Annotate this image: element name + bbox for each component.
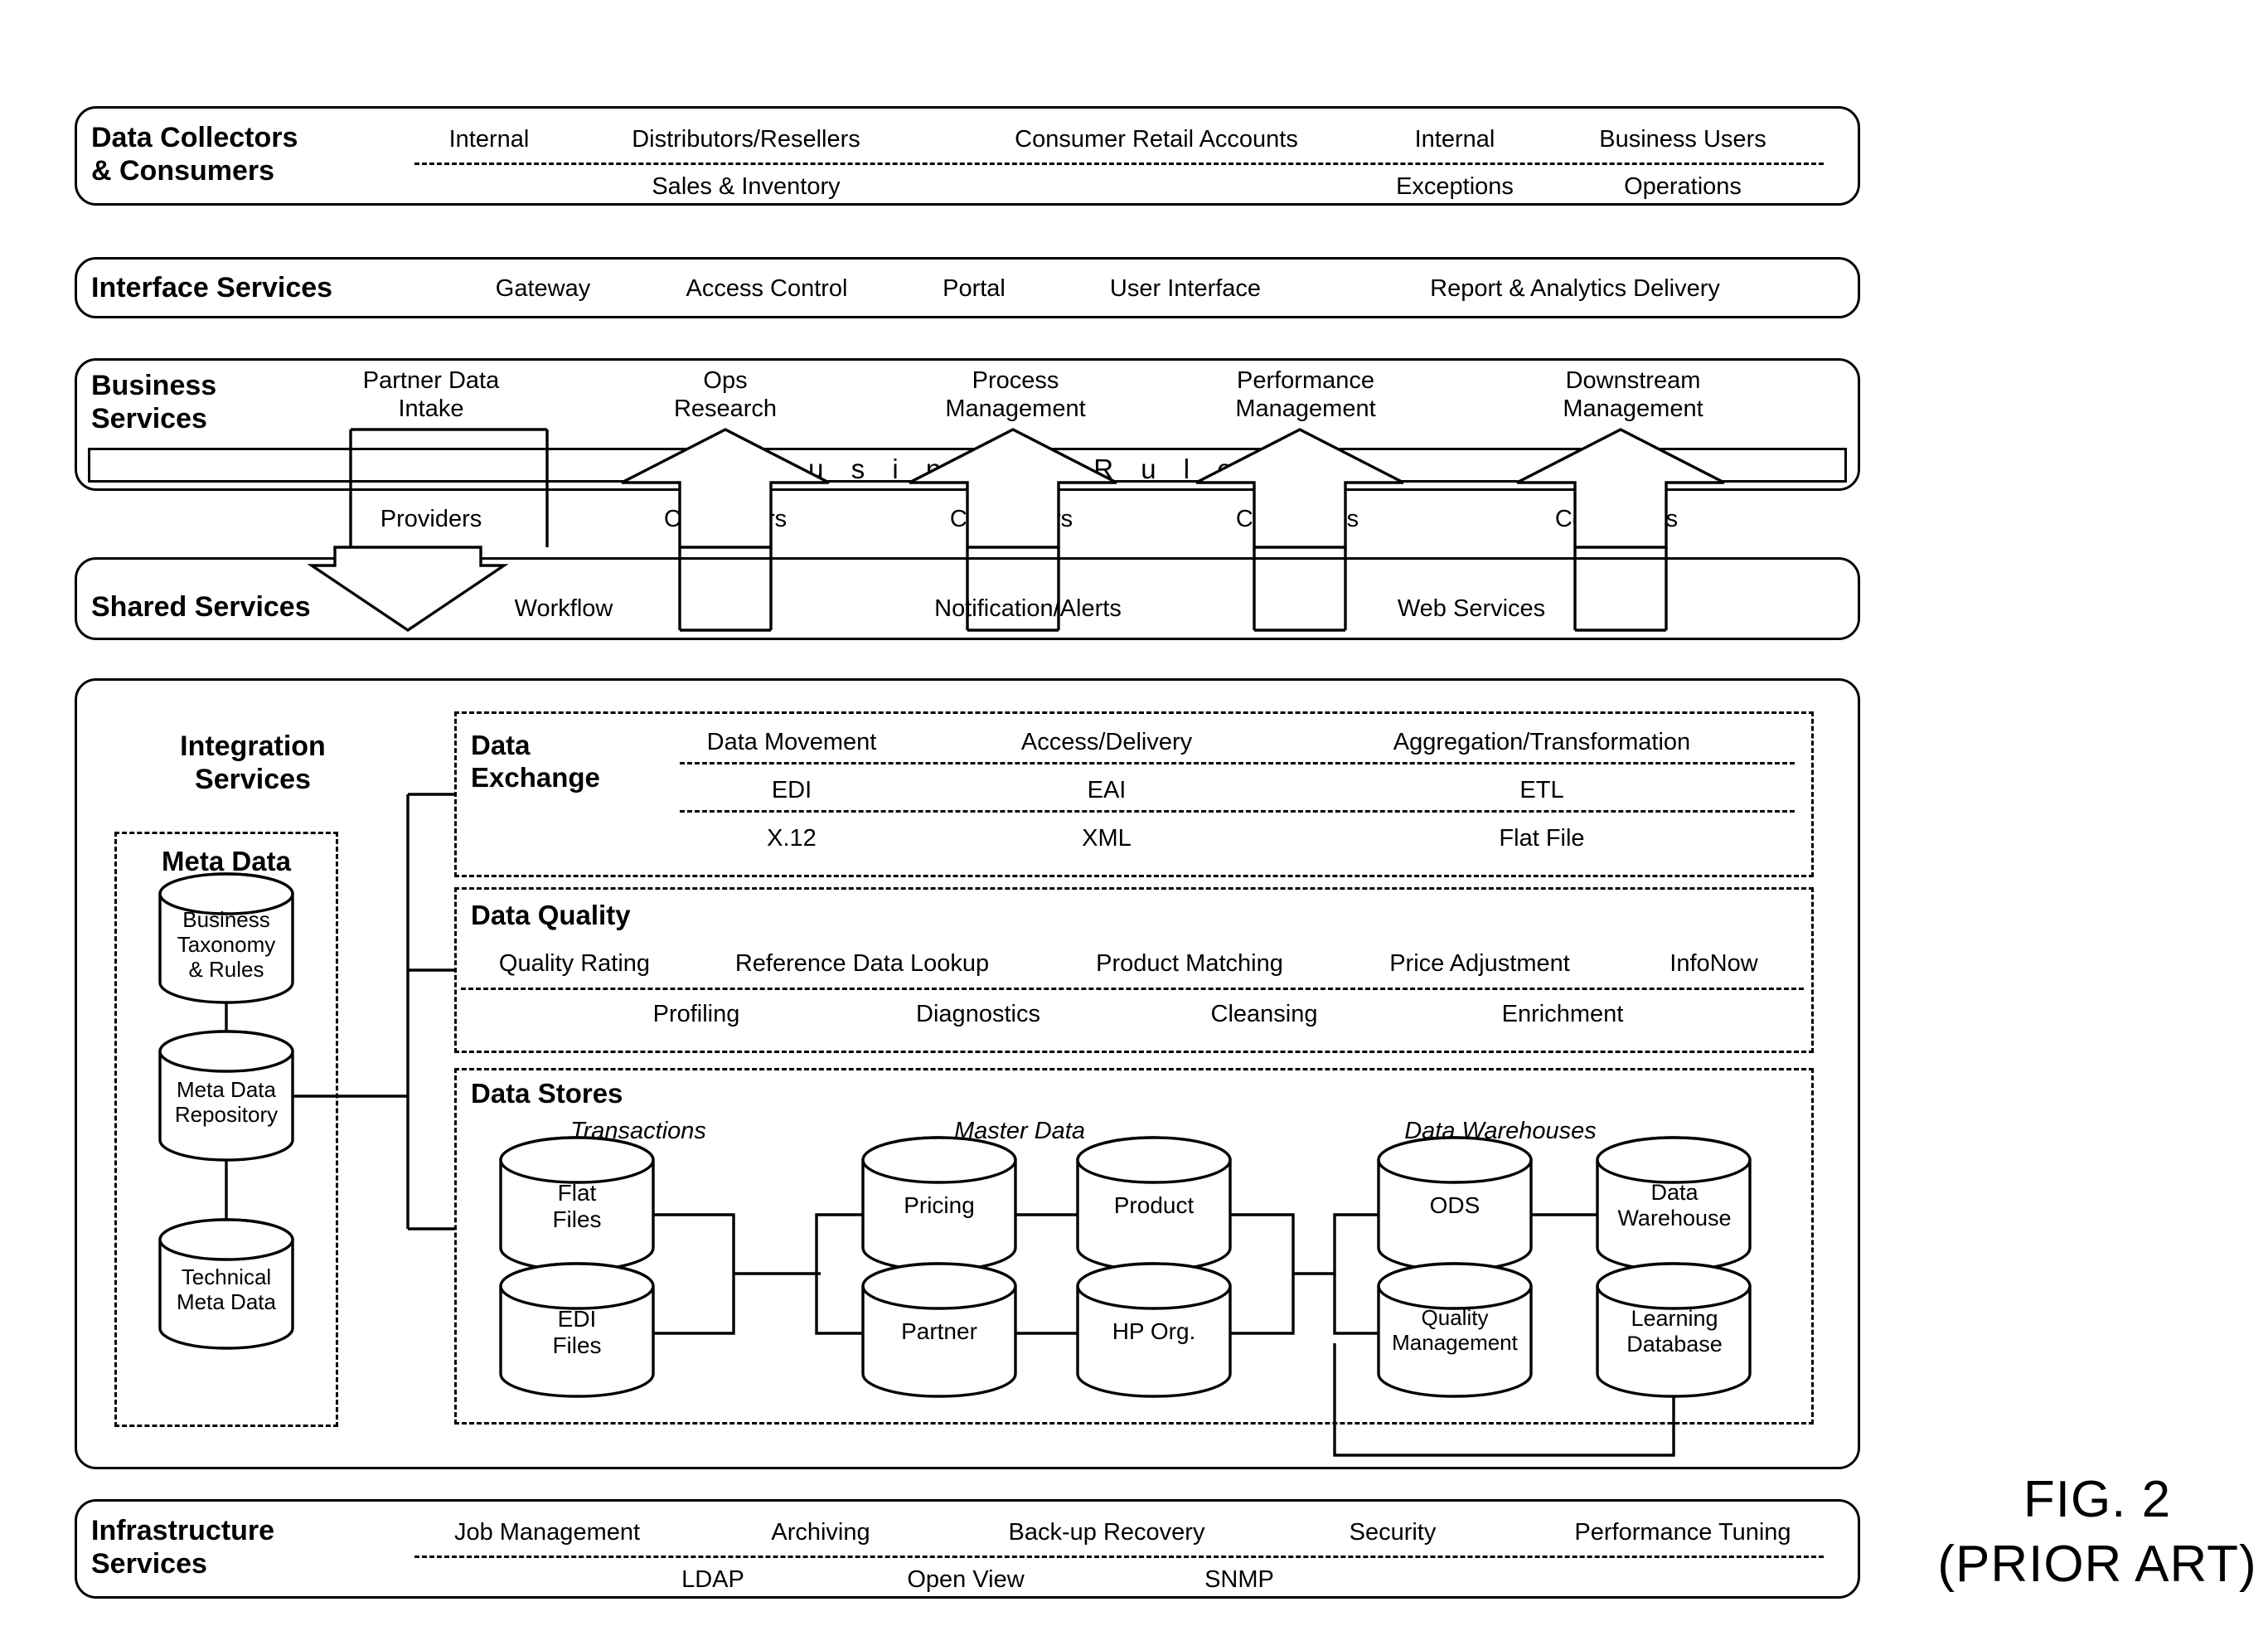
ds-group-data-warehouses: Data Warehouses: [1404, 1118, 1597, 1144]
cylinder-label-meta-data-repository: Meta Data Repository: [174, 1077, 279, 1127]
bs-pillar-downstream-management: Downstream Management: [1563, 367, 1703, 423]
inf-job-management: Job Management: [453, 1519, 641, 1546]
dq-profiling: Profiling: [652, 1001, 740, 1027]
is-item-access-control: Access Control: [686, 275, 848, 302]
dq-quality-rating: Quality Rating: [498, 950, 651, 977]
dx-flat-file: Flat File: [1499, 825, 1585, 852]
dq-product-matching: Product Matching: [1096, 950, 1283, 977]
is-item-portal: Portal: [943, 275, 1006, 302]
bs-connector-consumers-2: Consumers: [949, 506, 1073, 532]
dc-item-business-users: Business Users: [1599, 126, 1766, 153]
dq-reference-data-lookup: Reference Data Lookup: [734, 950, 990, 977]
is-item-report-analytics: Report & Analytics Delivery: [1430, 275, 1720, 302]
bs-pillar-process-management: Process Management: [945, 367, 1086, 423]
integration-services-title: Integration Services: [180, 730, 326, 796]
dx-etl: ETL: [1519, 777, 1564, 803]
bs-pillar-performance-management: Performance Management: [1235, 367, 1376, 423]
bs-pillar-partner-data-intake: Partner Data Intake: [362, 367, 500, 423]
bs-connector-consumers-4: Consumers: [1554, 506, 1679, 532]
business-rules-label: B u s i n e s s R u l e s: [763, 454, 1284, 484]
ss-item-notification-alerts: Notification/Alerts: [934, 595, 1122, 622]
cylinder-label-ods: ODS: [1429, 1192, 1480, 1218]
cylinder-label-hp-org: HP Org.: [1112, 1318, 1196, 1344]
dx-x12: X.12: [767, 825, 817, 852]
cylinder-label-quality-management: Quality Management: [1392, 1305, 1518, 1355]
inf-ldap: LDAP: [681, 1566, 744, 1593]
ss-item-web-services: Web Services: [1397, 595, 1546, 622]
dx-edi: EDI: [771, 777, 812, 803]
cylinder-label-learning-database: Learning Database: [1626, 1306, 1723, 1357]
inf-snmp: SNMP: [1204, 1566, 1274, 1593]
dq-price-adjustment: Price Adjustment: [1389, 950, 1570, 977]
cylinder-label-edi-files: EDI Files: [552, 1306, 602, 1359]
ds-group-transactions: Transactions: [570, 1118, 706, 1144]
ss-item-workflow: Workflow: [514, 595, 613, 622]
infrastructure-services-title: Infrastructure Services: [91, 1515, 275, 1580]
dc-item-exceptions: Exceptions: [1396, 173, 1514, 200]
inf-divider: [414, 1556, 1824, 1558]
bs-connector-consumers-3: Consumers: [1235, 506, 1359, 532]
cylinder-label-technical-meta-data: Technical Meta Data: [177, 1264, 276, 1314]
is-item-user-interface: User Interface: [1109, 275, 1262, 302]
dx-access-delivery: Access/Delivery: [1020, 729, 1193, 755]
dc-item-internal-1: Internal: [448, 126, 530, 153]
dc-divider: [414, 163, 1824, 165]
dq-infonow: InfoNow: [1670, 950, 1758, 977]
inf-open-view: Open View: [907, 1566, 1025, 1593]
shared-services-title: Shared Services: [91, 591, 311, 623]
cylinder-label-product: Product: [1113, 1192, 1195, 1218]
inf-backup-recovery: Back-up Recovery: [1008, 1519, 1205, 1546]
dq-divider: [461, 988, 1804, 990]
dx-data-movement: Data Movement: [706, 729, 877, 755]
dc-item-consumer-retail: Consumer Retail Accounts: [1015, 126, 1298, 153]
figure-caption: FIG. 2 (PRIOR ART): [1937, 1471, 2257, 1593]
dx-eai: EAI: [1087, 777, 1127, 803]
dx-divider-1: [680, 762, 1795, 764]
is-item-gateway: Gateway: [495, 275, 591, 302]
data-stores-title: Data Stores: [471, 1078, 623, 1109]
dq-cleansing: Cleansing: [1210, 1001, 1318, 1027]
data-collectors-title: Data Collectors & Consumers: [91, 122, 298, 187]
dx-aggregation-transformation: Aggregation/Transformation: [1393, 729, 1691, 755]
interface-services-title: Interface Services: [91, 272, 333, 303]
meta-data-title: Meta Data: [162, 846, 291, 876]
inf-performance-tuning: Performance Tuning: [1574, 1519, 1791, 1546]
cylinder-label-pricing: Pricing: [904, 1192, 975, 1218]
dc-item-distributors: Distributors/Resellers: [632, 126, 860, 153]
bs-pillar-ops-research: Ops Research: [673, 367, 778, 423]
bs-connector-consumers-1: Consumers: [663, 506, 788, 532]
inf-archiving: Archiving: [771, 1519, 870, 1546]
inf-security: Security: [1349, 1519, 1437, 1546]
dc-item-operations: Operations: [1624, 173, 1742, 200]
dc-item-internal-2: Internal: [1414, 126, 1495, 153]
dc-item-sales-inventory: Sales & Inventory: [652, 173, 841, 200]
dq-diagnostics: Diagnostics: [916, 1001, 1040, 1027]
cylinder-label-flat-files: Flat Files: [552, 1180, 602, 1233]
data-quality-title: Data Quality: [471, 900, 631, 930]
cylinder-label-business-taxonomy: Business Taxonomy & Rules: [177, 907, 276, 982]
ds-group-master-data: Master Data: [954, 1118, 1085, 1144]
cylinder-label-data-warehouse: Data Warehouse: [1617, 1180, 1732, 1231]
bs-connector-providers: Providers: [380, 506, 482, 532]
dx-divider-2: [680, 810, 1795, 813]
cylinder-label-partner: Partner: [901, 1318, 977, 1344]
dx-xml: XML: [1082, 825, 1132, 852]
dq-enrichment: Enrichment: [1501, 1001, 1624, 1027]
